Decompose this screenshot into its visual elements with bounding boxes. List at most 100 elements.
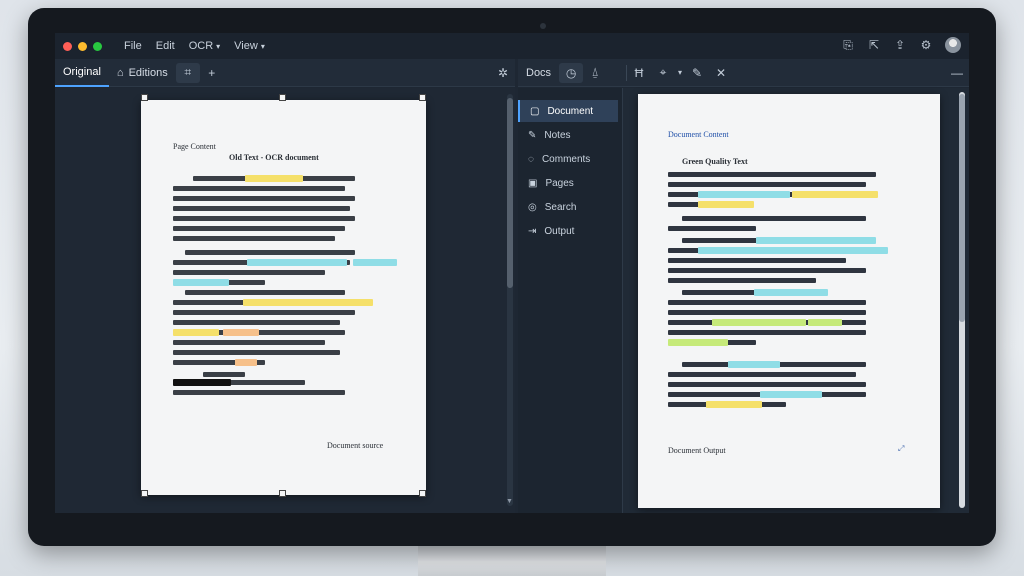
window-controls bbox=[63, 41, 102, 51]
text-format-button[interactable]: Ħ bbox=[627, 63, 651, 83]
menu-edit[interactable]: Edit bbox=[156, 40, 175, 52]
output-page[interactable]: Document Content Green Quality Text Docu… bbox=[638, 94, 940, 508]
highlight-mark[interactable] bbox=[754, 289, 828, 296]
user-button[interactable]: ⍙ bbox=[583, 63, 607, 83]
title-bar-actions: ⎘ ⇱ ⇪ ⚙ bbox=[841, 37, 961, 53]
share-icon[interactable]: ⎘ bbox=[841, 37, 855, 53]
pen-tool-button[interactable]: ✎ bbox=[685, 63, 709, 83]
sidebar-item-search[interactable]: ◎ Search bbox=[518, 196, 618, 218]
menu-view[interactable]: View ▾ bbox=[234, 40, 265, 52]
text-line bbox=[203, 372, 245, 377]
highlight-mark[interactable] bbox=[698, 247, 888, 254]
output-scroll-thumb[interactable] bbox=[959, 94, 965, 322]
output-icon: ⇥ bbox=[528, 225, 537, 237]
docs-title: Docs bbox=[526, 66, 552, 79]
export-icon[interactable]: ⇱ bbox=[867, 37, 881, 53]
highlight-mark[interactable] bbox=[173, 379, 231, 386]
close-window-button[interactable] bbox=[63, 41, 72, 51]
maximize-window-button[interactable] bbox=[93, 41, 102, 51]
upload-icon[interactable]: ⇪ bbox=[893, 37, 907, 53]
crop-button[interactable]: ⌗ bbox=[175, 62, 200, 83]
text-line bbox=[668, 278, 816, 283]
text-line bbox=[668, 172, 876, 177]
crop-icon: ⌗ bbox=[184, 65, 192, 79]
highlight-mark[interactable] bbox=[712, 319, 806, 326]
highlight-mark[interactable] bbox=[728, 361, 780, 368]
magic-button[interactable]: ✲ bbox=[491, 63, 515, 83]
text-line bbox=[668, 372, 856, 377]
close-tool-button[interactable]: ✕ bbox=[709, 63, 733, 83]
highlight-mark[interactable] bbox=[235, 359, 257, 366]
output-page-header: Document Content bbox=[668, 130, 729, 139]
text-line bbox=[668, 182, 866, 187]
tab-editions[interactable]: ⌂ Editions bbox=[109, 59, 176, 87]
highlight-mark[interactable] bbox=[173, 329, 219, 336]
sidebar-item-pages[interactable]: ▣ Pages bbox=[518, 172, 618, 194]
pen-icon: ✎ bbox=[691, 65, 703, 80]
webcam bbox=[540, 23, 546, 29]
highlight-mark[interactable] bbox=[353, 259, 397, 266]
highlight-mark[interactable] bbox=[247, 259, 347, 266]
pages-icon: ▣ bbox=[528, 177, 538, 189]
menu-file[interactable]: File bbox=[124, 40, 142, 52]
resize-handle[interactable] bbox=[419, 490, 426, 497]
app-window: File Edit OCR ▾ View ▾ ⎘ ⇱ ⇪ ⚙ Original ⌂ … bbox=[55, 33, 969, 513]
text-line bbox=[668, 300, 866, 305]
history-button[interactable]: ◷ bbox=[559, 62, 584, 83]
scroll-down-icon[interactable]: ▼ bbox=[506, 498, 513, 505]
cursor-icon: ⌖ bbox=[659, 65, 667, 79]
highlight-mark[interactable] bbox=[668, 339, 728, 346]
highlight-mark[interactable] bbox=[173, 279, 229, 286]
resize-handle[interactable] bbox=[279, 490, 286, 497]
highlight-mark[interactable] bbox=[698, 191, 790, 198]
original-page[interactable]: Page Content Old Text - OCR document Doc… bbox=[141, 100, 426, 495]
title-bar: File Edit OCR ▾ View ▾ ⎘ ⇱ ⇪ ⚙ bbox=[55, 33, 969, 59]
text-line bbox=[185, 250, 355, 255]
highlight-mark[interactable] bbox=[756, 237, 876, 244]
resize-handle[interactable] bbox=[419, 94, 426, 101]
highlight-mark[interactable] bbox=[760, 391, 822, 398]
user-icon: ⍙ bbox=[591, 65, 599, 79]
chevron-down-icon: ▾ bbox=[677, 68, 682, 77]
add-page-button[interactable]: + bbox=[200, 63, 224, 83]
cursor-tool-button[interactable]: ⌖ bbox=[651, 63, 675, 83]
menu-ocr[interactable]: OCR ▾ bbox=[189, 40, 220, 52]
highlight-mark[interactable] bbox=[223, 329, 259, 336]
highlight-mark[interactable] bbox=[698, 201, 754, 208]
text-line bbox=[668, 382, 866, 387]
chevron-down-icon: ▾ bbox=[260, 41, 265, 51]
docs-toolbar: Docs ◷ ⍙ bbox=[518, 59, 622, 87]
format-icon: Ħ bbox=[634, 65, 644, 80]
highlight-mark[interactable] bbox=[808, 319, 842, 326]
clock-icon: ◷ bbox=[565, 65, 577, 80]
sidebar-item-output[interactable]: ⇥ Output bbox=[518, 220, 618, 242]
avatar[interactable] bbox=[945, 37, 961, 53]
highlight-mark[interactable] bbox=[706, 401, 762, 408]
text-line bbox=[185, 290, 345, 295]
collapse-button[interactable]: — bbox=[945, 63, 969, 83]
sidebar-item-comments[interactable]: ◌ Comments bbox=[518, 148, 618, 170]
resize-handle[interactable] bbox=[279, 94, 286, 101]
text-line bbox=[173, 390, 345, 395]
tab-original[interactable]: Original bbox=[55, 59, 109, 87]
highlight-mark[interactable] bbox=[792, 191, 878, 198]
sidebar-item-notes[interactable]: ✎ Notes bbox=[518, 124, 618, 146]
cursor-tool-dropdown[interactable]: ▾ bbox=[675, 63, 685, 83]
highlight-mark[interactable] bbox=[245, 175, 303, 182]
sparkle-icon: ✲ bbox=[497, 65, 509, 80]
sidebar-item-document[interactable]: ▢ Document bbox=[518, 100, 618, 122]
original-scroll-thumb[interactable] bbox=[507, 98, 513, 288]
pencil-icon: ✎ bbox=[528, 129, 537, 141]
text-line bbox=[682, 216, 866, 221]
resize-handle[interactable] bbox=[141, 94, 148, 101]
comment-icon: ◌ bbox=[528, 153, 534, 165]
sidebar: ▢ Document ✎ Notes ◌ Comments ▣ Pages ◎ … bbox=[518, 88, 622, 513]
resize-handle[interactable] bbox=[141, 490, 148, 497]
search-icon: ◎ bbox=[528, 201, 537, 213]
minimize-window-button[interactable] bbox=[78, 41, 87, 51]
bookmark-icon: ⌂ bbox=[116, 66, 124, 79]
settings-icon[interactable]: ⚙ bbox=[919, 37, 933, 53]
highlight-mark[interactable] bbox=[243, 299, 373, 306]
document-icon: ▢ bbox=[530, 105, 540, 117]
expand-icon[interactable]: ⤢ bbox=[898, 444, 904, 454]
